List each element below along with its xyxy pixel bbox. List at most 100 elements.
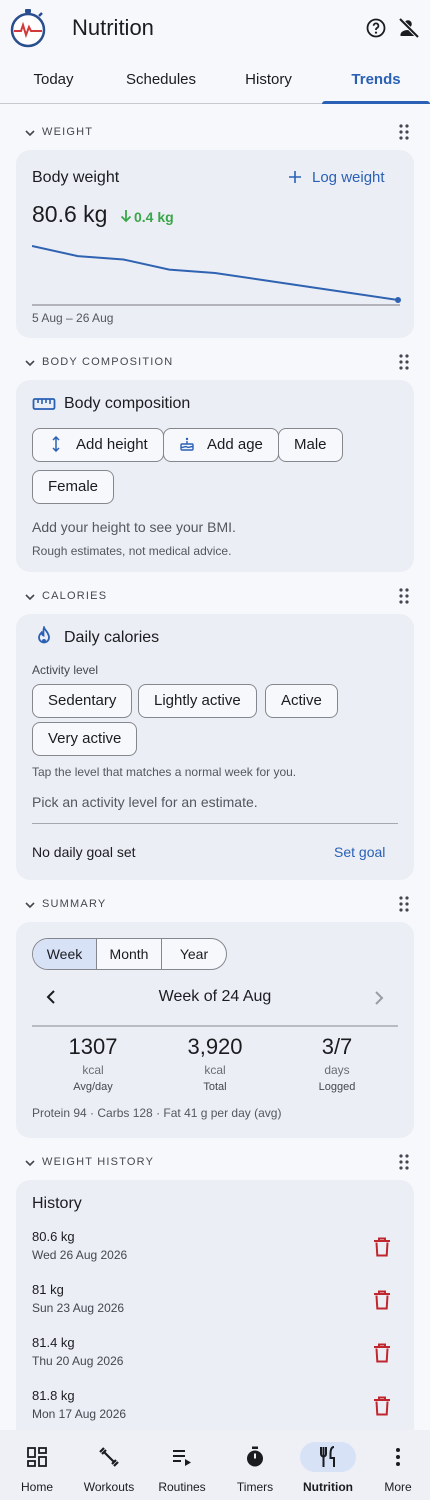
- nav-routines[interactable]: Routines: [146, 1430, 218, 1500]
- nav-more[interactable]: More: [362, 1430, 430, 1500]
- fork-knife-icon: [320, 1446, 335, 1467]
- tab-today[interactable]: Today: [0, 56, 107, 104]
- weight-trend-chart: [32, 245, 401, 306]
- history-date: Wed 26 Aug 2026: [32, 1248, 128, 1262]
- chevron-down-icon[interactable]: [24, 591, 36, 603]
- activity-chip-lightly-active[interactable]: Lightly active: [138, 684, 257, 718]
- cake-icon: [180, 437, 194, 451]
- stat-avg-day: 1307 kcal Avg/day: [32, 1034, 154, 1093]
- card-title: Body composition: [64, 395, 191, 412]
- divider: [32, 1025, 398, 1027]
- section-header-weight-history[interactable]: WEIGHT HISTORY: [0, 1151, 430, 1175]
- segment-month[interactable]: Month: [97, 939, 162, 969]
- stat-value: 1307: [68, 1034, 118, 1059]
- activity-chip-sedentary[interactable]: Sedentary: [32, 684, 133, 718]
- chart-range-label: 5 Aug – 26 Aug: [32, 311, 114, 325]
- chevron-down-icon[interactable]: [24, 899, 36, 911]
- dashboard-icon: [27, 1447, 47, 1467]
- segment-year[interactable]: Year: [162, 939, 226, 969]
- history-row: 81.8 kg Mon 17 Aug 2026: [32, 1388, 126, 1421]
- activity-chip-very-active[interactable]: Very active: [32, 722, 138, 756]
- daily-goal-status: No daily goal set: [32, 844, 136, 860]
- delete-icon[interactable]: [373, 1343, 391, 1363]
- card-title: Daily calories: [64, 629, 160, 646]
- history-date: Thu 20 Aug 2026: [32, 1354, 124, 1368]
- section-header-summary[interactable]: SUMMARY: [0, 893, 430, 917]
- person-off-icon[interactable]: [397, 16, 421, 40]
- tab-history[interactable]: History: [215, 56, 322, 104]
- chip-label: Very active: [48, 730, 122, 747]
- nav-label: Routines: [158, 1480, 206, 1494]
- history-row: 81 kg Sun 23 Aug 2026: [32, 1282, 124, 1315]
- set-goal-button[interactable]: Set goal: [334, 844, 385, 860]
- segment-week[interactable]: Week: [33, 939, 97, 969]
- stat-logged: 3/7 days Logged: [276, 1034, 398, 1093]
- tab-schedules[interactable]: Schedules: [107, 56, 215, 104]
- chip-label: Add height: [76, 436, 148, 453]
- chevron-down-icon[interactable]: [24, 357, 36, 369]
- drag-handle-icon[interactable]: [398, 1153, 410, 1171]
- chevron-down-icon[interactable]: [24, 1157, 36, 1169]
- help-icon[interactable]: [364, 16, 388, 40]
- stat-unit: kcal: [204, 1063, 226, 1077]
- section-title: SUMMARY: [42, 898, 107, 910]
- activity-tap-hint: Tap the level that matches a normal week…: [32, 765, 297, 779]
- nav-label: Workouts: [83, 1480, 135, 1494]
- delete-icon[interactable]: [373, 1237, 391, 1257]
- female-chip[interactable]: Female: [32, 470, 115, 504]
- nav-workouts[interactable]: Workouts: [73, 1430, 145, 1500]
- card-title: Body weight: [32, 169, 120, 186]
- plus-icon: [289, 171, 301, 183]
- app-logo-icon: [10, 9, 46, 48]
- body-composition-card: Body composition Add height Add age Male…: [16, 380, 414, 572]
- nav-timers[interactable]: Timers: [219, 1430, 291, 1500]
- tab-indicator: [322, 101, 430, 104]
- drag-handle-icon[interactable]: [398, 353, 410, 371]
- nav-nutrition[interactable]: Nutrition: [292, 1430, 364, 1500]
- nav-home[interactable]: Home: [1, 1430, 73, 1500]
- card-title: History: [32, 1195, 82, 1212]
- chevron-right-icon[interactable]: [372, 990, 386, 1006]
- period-segmented-control: Week Month Year: [32, 938, 227, 970]
- latest-point: [395, 297, 401, 303]
- summary-card: Week Month Year Week of 24 Aug 1307 kcal…: [16, 922, 414, 1138]
- chip-label: Active: [281, 692, 322, 709]
- weight-delta: 0.4 kg: [134, 209, 174, 225]
- nav-label: Nutrition: [303, 1480, 353, 1494]
- drag-handle-icon[interactable]: [398, 895, 410, 913]
- drag-handle-icon[interactable]: [398, 587, 410, 605]
- add-age-chip[interactable]: Add age: [163, 428, 279, 462]
- weight-history-card: History 80.6 kg Wed 26 Aug 2026 81 kg Su…: [16, 1180, 414, 1450]
- chevron-down-icon[interactable]: [24, 127, 36, 139]
- nav-label: Home: [20, 1480, 53, 1494]
- history-date: Mon 17 Aug 2026: [32, 1407, 127, 1421]
- section-header-weight[interactable]: WEIGHT: [0, 121, 430, 145]
- tab-bar: Today Schedules History Trends: [0, 56, 430, 104]
- bottom-navigation: Home Workouts Routines Timers Nutrition …: [0, 1430, 430, 1500]
- history-date: Sun 23 Aug 2026: [32, 1301, 125, 1315]
- delete-icon[interactable]: [373, 1396, 391, 1416]
- history-row: 80.6 kg Wed 26 Aug 2026: [32, 1229, 127, 1262]
- chip-label: Add age: [207, 436, 263, 453]
- activity-chip-active[interactable]: Active: [265, 684, 338, 718]
- section-title: WEIGHT HISTORY: [42, 1156, 155, 1168]
- estimate-hint: Pick an activity level for an estimate.: [32, 794, 258, 810]
- more-vert-icon: [396, 1448, 400, 1466]
- section-header-body-composition[interactable]: BODY COMPOSITION: [0, 351, 430, 375]
- male-chip[interactable]: Male: [278, 428, 343, 462]
- app-bar: Nutrition: [0, 0, 430, 56]
- chip-label: Sedentary: [48, 692, 117, 709]
- nav-label: Timers: [236, 1480, 274, 1494]
- section-title: BODY COMPOSITION: [42, 356, 174, 368]
- add-height-chip[interactable]: Add height: [32, 428, 164, 462]
- macros-summary: Protein 94 · Carbs 128 · Fat 41 g per da…: [32, 1106, 282, 1120]
- history-row: 81.4 kg Thu 20 Aug 2026: [32, 1335, 123, 1368]
- tab-trends[interactable]: Trends: [322, 56, 430, 104]
- section-header-calories[interactable]: CALORIES: [0, 585, 430, 609]
- drag-handle-icon[interactable]: [398, 123, 410, 141]
- app-title: Nutrition: [72, 15, 154, 40]
- stat-value: 3,920: [187, 1034, 243, 1059]
- delete-icon[interactable]: [373, 1290, 391, 1310]
- history-weight: 80.6 kg: [32, 1229, 75, 1244]
- timer-icon: [247, 1446, 263, 1467]
